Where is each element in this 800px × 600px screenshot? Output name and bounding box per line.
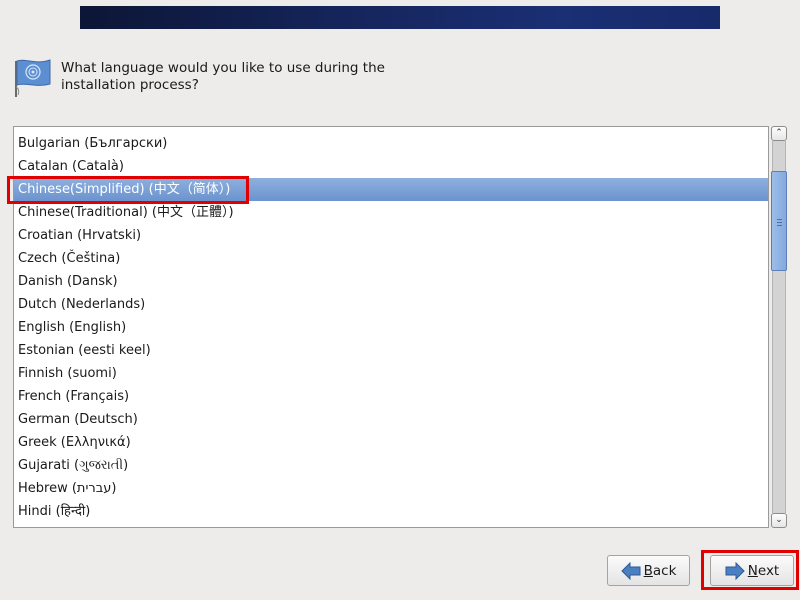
selected-language-row[interactable]: Chinese(Simplified) (中文（简体）) [14,178,768,201]
language-list-scrollbar[interactable]: ⌃ ⌄ [771,126,787,528]
language-prompt: What language would you like to use duri… [61,60,385,93]
grip-line [777,225,782,226]
language-list-item[interactable]: Danish (Dansk) [14,270,768,293]
language-list[interactable]: Bulgarian (Български) Catalan (Català) Chi… [13,126,769,528]
next-button-label: Next [747,562,780,579]
language-list-item[interactable]: Greek (Ελληνικά) [14,431,768,454]
scroll-down-button[interactable]: ⌄ [771,513,787,528]
language-list-item[interactable]: Croatian (Hrvatski) [14,224,768,247]
language-list-item[interactable]: Dutch (Nederlands) [14,293,768,316]
language-list-item[interactable]: Gujarati (ગુજરાતી) [14,454,768,477]
installer-banner [80,6,720,29]
language-list-item[interactable]: Catalan (Català) [14,155,768,178]
language-list-item[interactable]: Finnish (suomi) [14,362,768,385]
language-list-item[interactable]: Hindi (हिन्दी) [14,500,768,523]
language-list-item[interactable]: German (Deutsch) [14,408,768,431]
next-button[interactable]: Next [710,555,794,586]
language-list-item[interactable]: Chinese(Traditional) (中文（正體）) [14,201,768,224]
scrollbar-thumb[interactable] [771,171,787,271]
language-list-item[interactable]: Bulgarian (Български) [14,132,768,155]
language-list-item[interactable]: Estonian (eesti keel) [14,339,768,362]
language-list-item[interactable]: English (English) [14,316,768,339]
language-list-item[interactable]: Hebrew (עברית) [14,477,768,500]
chevron-up-icon: ⌃ [775,128,783,138]
back-button[interactable]: Back [607,555,690,586]
language-flag-icon [15,59,51,97]
back-arrow-icon [620,561,641,580]
scroll-up-button[interactable]: ⌃ [771,126,787,141]
chevron-down-icon: ⌄ [775,515,783,525]
language-list-item[interactable]: Czech (Čeština) [14,247,768,270]
back-button-label: Back [643,562,677,579]
next-arrow-icon [725,561,745,580]
language-list-item[interactable]: French (Français) [14,385,768,408]
grip-line [777,222,782,223]
grip-line [777,219,782,220]
